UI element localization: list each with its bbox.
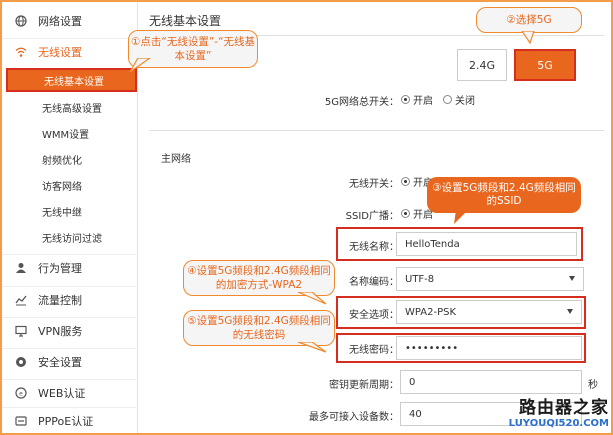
web-icon: e [14,386,28,400]
shield-icon [14,355,28,369]
sidebar: 网络设置 无线设置 无线基本设置 无线高级设置 WMM设置 射频优化 访客网络 … [2,2,138,433]
wireless-switch-on-radio[interactable] [401,176,410,186]
globe-icon [14,14,28,28]
sidebar-subitem-label: 无线高级设置 [42,103,102,115]
key-period-input[interactable]: 0 [400,370,582,394]
callout-step2: ②选择5G [476,7,582,33]
sidebar-subitem-label: 无线基本设置 [44,76,104,88]
chevron-down-icon [567,309,573,314]
sidebar-item-security[interactable]: 安全设置 [2,348,138,374]
watermark: 路由器之家 LUYOUQI520.COM [509,393,609,429]
ssid-broadcast-on-radio[interactable] [401,208,410,218]
max-devices-label: 最多可接入设备数： [309,412,399,423]
ssid-name-input[interactable]: HelloTenda [396,232,577,256]
sidebar-item-label: 网络设置 [38,15,82,28]
sidebar-item-network[interactable]: 网络设置 [2,8,138,34]
callout-step4-pointer [297,292,327,305]
sidebar-item-label: 行为管理 [38,261,82,275]
chart-icon [14,293,28,307]
callout-step4: ④设置5G频段和2.4G频段相同的加密方式-WPA2 [183,260,335,296]
sidebar-item-behavior[interactable]: 行为管理 [2,254,138,280]
sidebar-subitem-label: 无线中继 [42,207,82,219]
master-switch-label: 5G网络总开关： [324,97,399,108]
svg-text:e: e [19,390,23,397]
security-select[interactable]: WPA2-PSK [396,300,582,324]
master-switch-off-label: 关闭 [455,95,475,107]
sidebar-subitem-label: WMM设置 [42,129,90,141]
master-switch-on-label: 开启 [413,95,433,107]
sidebar-item-vpn[interactable]: VPN服务 [2,317,138,343]
sidebar-item-wireless[interactable]: 无线设置 [2,38,138,64]
name-encoding-select[interactable]: UTF-8 [396,267,584,291]
master-switch-off-radio[interactable] [443,94,452,104]
wireless-switch-label: 无线开关： [349,179,399,190]
sidebar-subitem-label: 无线访问过滤 [42,233,102,245]
key-period-unit: 秒 [588,380,598,391]
pppoe-icon [14,414,28,428]
sidebar-subitem-wmm[interactable]: WMM设置 [2,121,138,145]
sidebar-subitem-filter[interactable]: 无线访问过滤 [2,225,138,249]
ssid-broadcast-label: SSID广播： [345,211,399,222]
password-input[interactable]: ••••••••• [396,336,582,360]
sidebar-item-label: 无线设置 [38,45,82,59]
chevron-down-icon [569,276,575,281]
section-title: 主网络 [161,154,191,165]
band-5g-button[interactable]: 5G [514,49,576,81]
sidebar-subitem-guest[interactable]: 访客网络 [2,173,138,197]
name-encoding-value: UTF-8 [405,273,435,285]
master-switch-on-radio[interactable] [401,94,410,104]
monitor-icon [14,324,28,338]
sidebar-subitem-label: 射频优化 [42,155,82,167]
sidebar-subitem-basic[interactable]: 无线基本设置 [6,68,137,92]
band-24g-button[interactable]: 2.4G [457,49,507,81]
sidebar-subitem-repeater[interactable]: 无线中继 [2,199,138,223]
callout-step5: ⑤设置5G频段和2.4G频段相同的无线密码 [183,310,335,346]
key-period-label: 密钥更新周期： [329,380,399,391]
section-divider [149,130,604,131]
callout-step5-pointer [297,342,327,353]
sidebar-subitem-rf[interactable]: 射频优化 [2,147,138,171]
sidebar-item-label: 流量控制 [38,293,82,307]
security-value: WPA2-PSK [405,306,457,318]
sidebar-item-label: PPPoE认证 [38,414,94,428]
master-switch-group: 开启 关闭 [401,88,485,110]
sidebar-item-pppoe[interactable]: PPPoE认证 [2,407,138,433]
sidebar-subitem-label: 访客网络 [42,181,82,193]
wifi-icon [14,45,28,59]
sidebar-item-label: 安全设置 [38,355,82,369]
watermark-sub: LUYOUQI520.COM [508,418,609,429]
page-title: 无线基本设置 [149,14,222,28]
watermark-main: 路由器之家 [519,398,609,418]
callout-step2-pointer [521,31,535,45]
ssid-name-label: 无线名称： [349,242,399,253]
sidebar-item-web-auth[interactable]: e WEB认证 [2,379,138,405]
callout-step3: ③设置5G频段和2.4G频段相同的SSID [427,177,581,213]
callout-step3-pointer [454,210,468,224]
sidebar-item-traffic[interactable]: 流量控制 [2,286,138,312]
callout-step1-pointer [129,58,152,73]
sidebar-item-label: VPN服务 [38,324,83,338]
user-icon [14,261,28,275]
sidebar-item-label: WEB认证 [38,386,86,400]
sidebar-subitem-advanced[interactable]: 无线高级设置 [2,95,138,119]
